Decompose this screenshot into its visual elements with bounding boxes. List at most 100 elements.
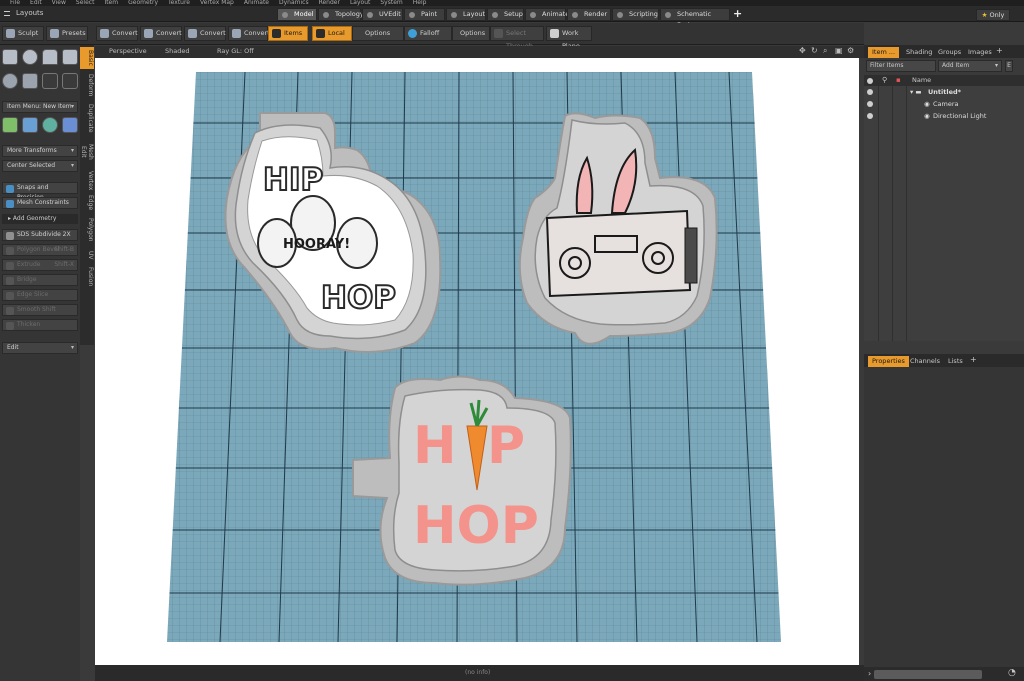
item-e-button[interactable]: E: [1005, 60, 1013, 72]
tool-bar: Sculpt Presets Convert Convert Convert C…: [0, 23, 864, 50]
layout-tab-scripting[interactable]: Scripting: [612, 8, 659, 21]
presets-button[interactable]: Presets: [46, 26, 88, 41]
tree-item[interactable]: ▾ ▬ Untitled*: [864, 86, 1024, 98]
text-icon[interactable]: [62, 73, 78, 89]
bridge-button[interactable]: Bridge: [2, 274, 78, 286]
options-button-1[interactable]: Options: [352, 26, 404, 41]
props-tab-properties[interactable]: Properties: [868, 356, 909, 367]
cylinder-icon[interactable]: [42, 49, 58, 65]
help-icon[interactable]: ◔: [1008, 668, 1016, 678]
eye-icon[interactable]: [867, 101, 873, 107]
vertical-tab-vertex[interactable]: Vertex: [80, 169, 94, 191]
vertical-tab-mesh-edit[interactable]: Mesh Edit: [80, 137, 94, 167]
sphere-icon[interactable]: [22, 49, 38, 65]
chevron-right-icon[interactable]: ›: [868, 669, 871, 678]
mesh-constraints-button[interactable]: Mesh Constraints: [2, 197, 78, 209]
eye-icon[interactable]: [867, 113, 873, 119]
layout-tab-paint[interactable]: Paint: [404, 8, 445, 21]
sculpt-button[interactable]: Sculpt: [2, 26, 44, 41]
local-button[interactable]: Local: [312, 26, 352, 41]
layout-tab-setup[interactable]: Setup: [487, 8, 524, 21]
cone-icon[interactable]: [62, 49, 78, 65]
items-button[interactable]: Items: [268, 26, 308, 41]
edit-dropdown[interactable]: Edit ▾: [2, 342, 78, 354]
props-tab-channels[interactable]: Channels: [906, 356, 944, 367]
add-tab-icon[interactable]: +: [996, 46, 1003, 55]
vertical-tab-basic[interactable]: Basic: [80, 47, 94, 69]
add-tab-icon[interactable]: +: [970, 355, 977, 364]
snaps-precision-button[interactable]: Snaps and Precision: [2, 182, 78, 201]
light-icon: ◉: [924, 112, 930, 120]
smooth-shift-icon: [6, 306, 14, 315]
select-through-button[interactable]: Select Through: [490, 26, 544, 50]
perspective-button[interactable]: Perspective: [109, 47, 147, 55]
only-button[interactable]: ★ Only: [976, 9, 1010, 21]
move-icon[interactable]: [2, 117, 18, 133]
vertical-tab-uv[interactable]: UV: [80, 247, 94, 263]
convert-button-2[interactable]: Convert: [140, 26, 182, 41]
convert-button-1[interactable]: Convert: [96, 26, 138, 41]
cutter3-line2: HOP: [413, 496, 539, 556]
tree-item[interactable]: ◉ Directional Light: [864, 110, 1024, 122]
scale-icon[interactable]: [62, 117, 78, 133]
vertical-tab-deform[interactable]: Deform: [80, 71, 94, 99]
convert-button-4[interactable]: Convert: [228, 26, 270, 41]
subdivide-icon: [6, 231, 14, 240]
vertical-tab-fusion[interactable]: Fusion: [80, 265, 94, 287]
3d-viewport[interactable]: HIP HOORAY! HOP H P HOP: [95, 58, 859, 665]
right-tab-shading[interactable]: Shading: [902, 47, 936, 58]
work-plane-button[interactable]: Work Plane: [546, 26, 592, 50]
rotate-icon[interactable]: [42, 117, 58, 133]
raygl-button[interactable]: Ray GL: Off: [217, 47, 254, 55]
right-tab-images[interactable]: Images: [964, 47, 996, 58]
add-geometry-header[interactable]: ▸ Add Geometry: [2, 214, 78, 224]
convert-button-3[interactable]: Convert: [184, 26, 226, 41]
thicken-button[interactable]: Thicken: [2, 319, 78, 331]
props-tab-lists[interactable]: Lists: [944, 356, 967, 367]
edge-slice-button[interactable]: Edge Slice: [2, 289, 78, 301]
gear-icon[interactable]: ⚙: [847, 46, 854, 55]
right-tab-groups[interactable]: Groups: [934, 47, 965, 58]
bridge-icon: [6, 276, 14, 285]
vertical-tab-duplicate[interactable]: Duplicate: [80, 101, 94, 135]
polygon-bevel-button[interactable]: Polygon Bevel Shift-B: [2, 244, 78, 256]
layout-tab-render[interactable]: Render: [567, 8, 611, 21]
name-column-header[interactable]: Name: [912, 76, 931, 84]
right-tab-item[interactable]: Item ...: [868, 47, 900, 58]
grid-icon[interactable]: [22, 117, 38, 133]
cube-icon[interactable]: [2, 49, 18, 65]
layout-tab-animate[interactable]: Animate: [525, 8, 569, 21]
falloff-button[interactable]: Falloff: [404, 26, 452, 41]
vertical-tab-polygon[interactable]: Polygon: [80, 215, 94, 245]
smooth-shift-button[interactable]: Smooth Shift: [2, 304, 78, 316]
hamburger-icon[interactable]: [4, 11, 10, 16]
center-selected-dropdown[interactable]: Center Selected ▾: [2, 160, 78, 172]
maximize-icon[interactable]: ▣: [835, 46, 843, 55]
pen-icon[interactable]: [22, 73, 38, 89]
layout-tab-layout[interactable]: Layout: [446, 8, 486, 21]
tree-item[interactable]: ◉ Camera: [864, 98, 1024, 110]
torus-icon[interactable]: [2, 73, 18, 89]
add-item-dropdown[interactable]: Add Item ▾: [938, 60, 1002, 72]
options-button-2[interactable]: Options: [452, 26, 490, 41]
eye-icon[interactable]: [867, 89, 873, 95]
move-view-icon[interactable]: ✥: [799, 46, 806, 55]
extrude-button[interactable]: Extrude Shift-X: [2, 259, 78, 271]
filter-items-input[interactable]: Filter Items: [866, 60, 936, 72]
layout-tab-topology[interactable]: Topology: [318, 8, 364, 21]
add-tab-button[interactable]: +: [733, 8, 742, 19]
item-menu-dropdown[interactable]: Item Menu: New Item ▾: [2, 101, 78, 113]
properties-panel: [864, 367, 1024, 667]
layout-tab-uvedit[interactable]: UVEdit: [362, 8, 403, 21]
zoom-icon[interactable]: ⌕: [823, 46, 827, 56]
cutter3-letter-p: P: [487, 416, 525, 476]
curve-icon[interactable]: [42, 73, 58, 89]
command-input[interactable]: [874, 670, 982, 679]
more-transforms-dropdown[interactable]: More Transforms ▾: [2, 145, 78, 157]
layout-tab-schematic-fusion[interactable]: Schematic Fusion: [660, 8, 730, 29]
layout-tab-model[interactable]: Model: [277, 8, 317, 21]
sds-subdivide-button[interactable]: SDS Subdivide 2X: [2, 229, 78, 241]
rotate-view-icon[interactable]: ↻: [811, 46, 818, 55]
vertical-tab-edge[interactable]: Edge: [80, 193, 94, 213]
shaded-button[interactable]: Shaded: [165, 47, 189, 55]
